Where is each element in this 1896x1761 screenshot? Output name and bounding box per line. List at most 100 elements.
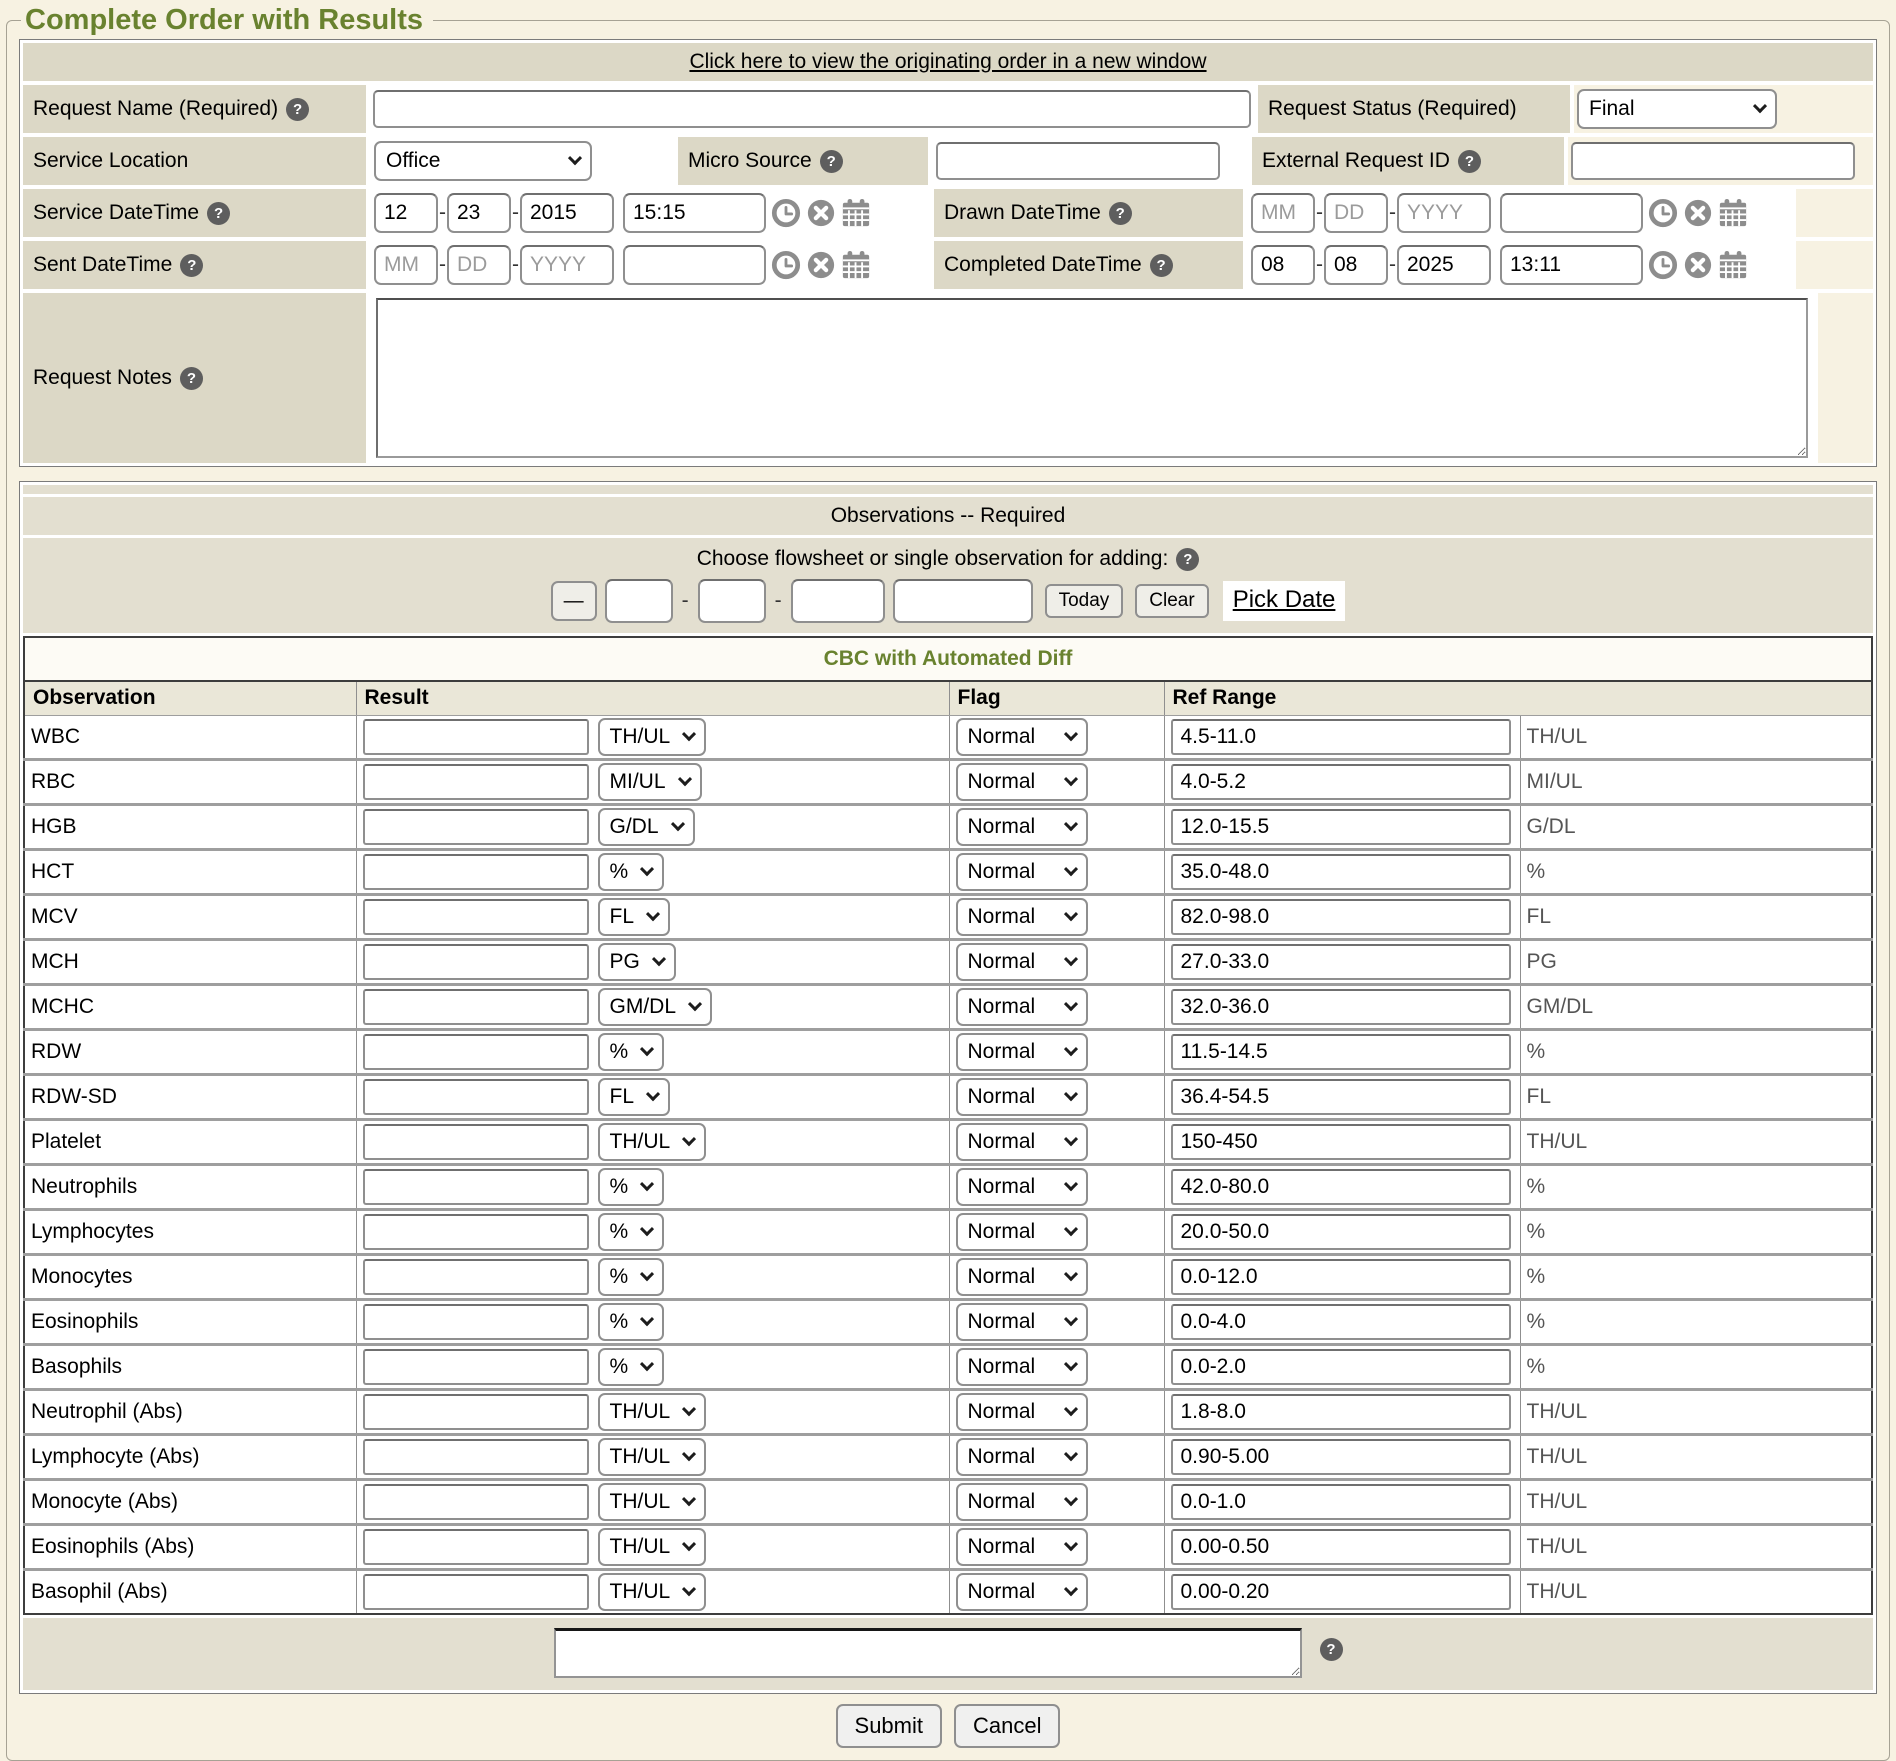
- result-input[interactable]: [363, 1484, 589, 1520]
- drawn-day-input[interactable]: [1324, 193, 1388, 233]
- result-unit-select[interactable]: TH/UL: [598, 1528, 707, 1566]
- result-unit-select[interactable]: %: [598, 1213, 665, 1251]
- clear-date-icon[interactable]: [1683, 198, 1713, 228]
- result-input[interactable]: [363, 764, 589, 800]
- result-input[interactable]: [363, 989, 589, 1025]
- result-unit-select[interactable]: %: [598, 1033, 665, 1071]
- cancel-button[interactable]: Cancel: [954, 1704, 1060, 1748]
- today-button[interactable]: Today: [1045, 584, 1124, 618]
- ref-range-input[interactable]: [1171, 1394, 1511, 1430]
- result-input[interactable]: [363, 1349, 589, 1385]
- help-icon[interactable]: ?: [180, 254, 203, 277]
- clock-icon[interactable]: [1648, 250, 1678, 280]
- flag-select[interactable]: Normal: [956, 1213, 1088, 1251]
- ref-range-input[interactable]: [1171, 944, 1511, 980]
- help-icon[interactable]: ?: [180, 367, 203, 390]
- flag-select[interactable]: Normal: [956, 808, 1088, 846]
- help-icon[interactable]: ?: [1176, 548, 1199, 571]
- result-input[interactable]: [363, 1529, 589, 1565]
- result-unit-select[interactable]: TH/UL: [598, 1483, 707, 1521]
- help-icon[interactable]: ?: [820, 150, 843, 173]
- flag-select[interactable]: Normal: [956, 1168, 1088, 1206]
- drawn-time-input[interactable]: [1500, 193, 1643, 233]
- result-unit-select[interactable]: %: [598, 1168, 665, 1206]
- remove-flowsheet-button[interactable]: —: [551, 581, 597, 621]
- clear-date-icon[interactable]: [806, 250, 836, 280]
- external-request-id-input[interactable]: [1571, 142, 1855, 180]
- sent-day-input[interactable]: [447, 245, 511, 285]
- clock-icon[interactable]: [771, 198, 801, 228]
- result-unit-select[interactable]: %: [598, 1303, 665, 1341]
- result-input[interactable]: [363, 719, 589, 755]
- flag-select[interactable]: Normal: [956, 1258, 1088, 1296]
- clock-icon[interactable]: [771, 250, 801, 280]
- ref-range-input[interactable]: [1171, 809, 1511, 845]
- ref-range-input[interactable]: [1171, 1124, 1511, 1160]
- ref-range-input[interactable]: [1171, 1349, 1511, 1385]
- flag-select[interactable]: Normal: [956, 943, 1088, 981]
- calendar-icon[interactable]: [841, 250, 871, 280]
- help-icon[interactable]: ?: [1458, 150, 1481, 173]
- result-unit-select[interactable]: PG: [598, 943, 676, 981]
- flag-select[interactable]: Normal: [956, 853, 1088, 891]
- result-input[interactable]: [363, 1124, 589, 1160]
- ref-range-input[interactable]: [1171, 1259, 1511, 1295]
- flag-select[interactable]: Normal: [956, 898, 1088, 936]
- ref-range-input[interactable]: [1171, 989, 1511, 1025]
- result-input[interactable]: [363, 1169, 589, 1205]
- clear-date-icon[interactable]: [806, 198, 836, 228]
- chooser-month-input[interactable]: [605, 579, 673, 623]
- ref-range-input[interactable]: [1171, 1034, 1511, 1070]
- result-unit-select[interactable]: %: [598, 1348, 665, 1386]
- flag-select[interactable]: Normal: [956, 718, 1088, 756]
- help-icon[interactable]: ?: [1150, 254, 1173, 277]
- pick-date-link[interactable]: Pick Date: [1233, 586, 1336, 613]
- flag-select[interactable]: Normal: [956, 1438, 1088, 1476]
- flag-select[interactable]: Normal: [956, 1348, 1088, 1386]
- flag-select[interactable]: Normal: [956, 1123, 1088, 1161]
- result-unit-select[interactable]: GM/DL: [598, 988, 713, 1026]
- flag-select[interactable]: Normal: [956, 1033, 1088, 1071]
- chooser-time-input[interactable]: [893, 579, 1033, 623]
- result-unit-select[interactable]: %: [598, 1258, 665, 1296]
- help-icon[interactable]: ?: [207, 202, 230, 225]
- result-input[interactable]: [363, 1304, 589, 1340]
- result-unit-select[interactable]: TH/UL: [598, 1438, 707, 1476]
- result-unit-select[interactable]: FL: [598, 1078, 671, 1116]
- completed-day-input[interactable]: [1324, 245, 1388, 285]
- calendar-icon[interactable]: [841, 198, 871, 228]
- ref-range-input[interactable]: [1171, 719, 1511, 755]
- ref-range-input[interactable]: [1171, 1529, 1511, 1565]
- result-input[interactable]: [363, 944, 589, 980]
- sent-month-input[interactable]: [374, 245, 438, 285]
- help-icon[interactable]: ?: [1109, 202, 1132, 225]
- result-unit-select[interactable]: FL: [598, 898, 671, 936]
- flag-select[interactable]: Normal: [956, 1078, 1088, 1116]
- flag-select[interactable]: Normal: [956, 1573, 1088, 1611]
- result-input[interactable]: [363, 1214, 589, 1250]
- sent-time-input[interactable]: [623, 245, 766, 285]
- ref-range-input[interactable]: [1171, 1574, 1511, 1610]
- ref-range-input[interactable]: [1171, 899, 1511, 935]
- service-day-input[interactable]: [447, 193, 511, 233]
- result-input[interactable]: [363, 1574, 589, 1610]
- drawn-month-input[interactable]: [1251, 193, 1315, 233]
- ref-range-input[interactable]: [1171, 1484, 1511, 1520]
- ref-range-input[interactable]: [1171, 1214, 1511, 1250]
- submit-button[interactable]: Submit: [836, 1704, 942, 1748]
- flag-select[interactable]: Normal: [956, 1303, 1088, 1341]
- flag-select[interactable]: Normal: [956, 988, 1088, 1026]
- ref-range-input[interactable]: [1171, 1079, 1511, 1115]
- service-month-input[interactable]: [374, 193, 438, 233]
- help-icon[interactable]: ?: [1320, 1638, 1343, 1661]
- ref-range-input[interactable]: [1171, 1169, 1511, 1205]
- result-input[interactable]: [363, 854, 589, 890]
- result-input[interactable]: [363, 1034, 589, 1070]
- calendar-icon[interactable]: [1718, 198, 1748, 228]
- result-unit-select[interactable]: %: [598, 853, 665, 891]
- service-location-select[interactable]: Office: [374, 141, 592, 181]
- observation-note-textarea[interactable]: [554, 1628, 1302, 1678]
- ref-range-input[interactable]: [1171, 854, 1511, 890]
- ref-range-input[interactable]: [1171, 1439, 1511, 1475]
- flag-select[interactable]: Normal: [956, 1483, 1088, 1521]
